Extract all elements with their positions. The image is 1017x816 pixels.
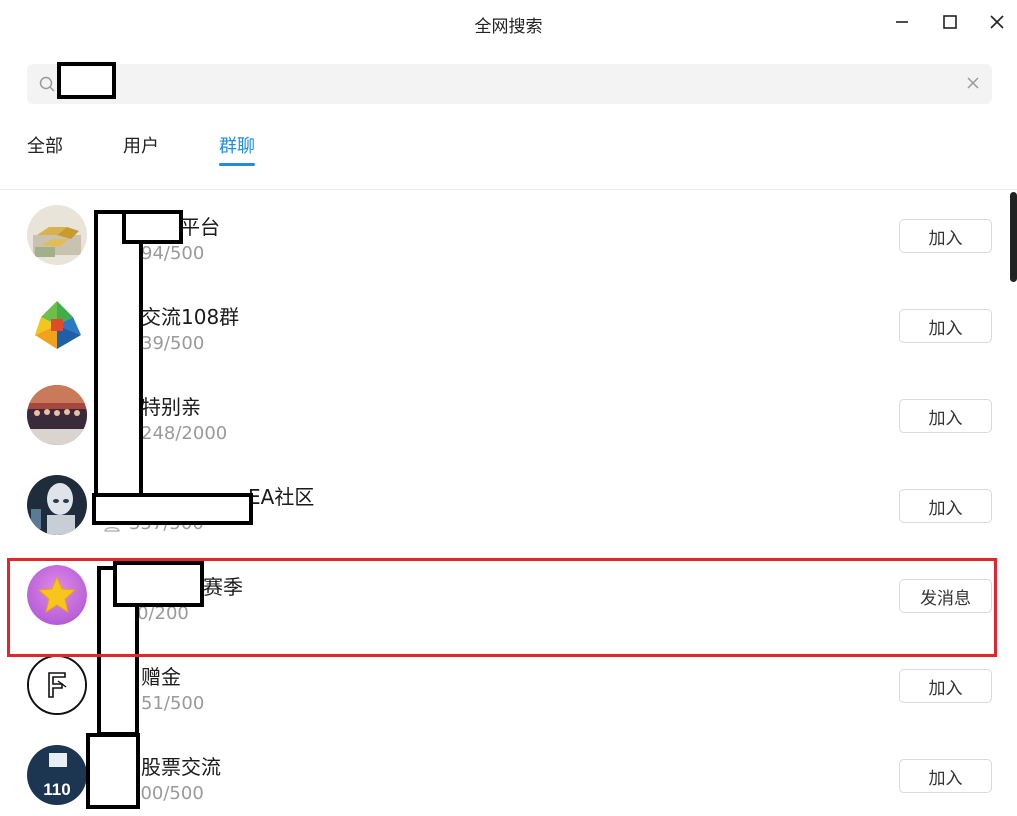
group-name: 交流108群 <box>141 305 240 329</box>
metatrader-icon <box>27 295 87 355</box>
search-bar <box>27 64 992 104</box>
list-item: 赠金 51/500 加入 <box>0 641 1000 731</box>
fx110-logo-text: 110 <box>43 780 70 799</box>
group-name: 平台 <box>180 215 220 239</box>
minimize-button[interactable] <box>888 10 916 34</box>
tab-all[interactable]: 全部 <box>27 132 63 158</box>
close-button[interactable] <box>983 10 1011 34</box>
redaction-box <box>57 62 116 99</box>
f-logo-icon <box>27 655 87 715</box>
window-title: 全网搜索 <box>474 17 543 37</box>
list-item: 特别亲 248/2000 加入 <box>0 371 1000 461</box>
search-icon <box>39 76 55 92</box>
clear-search-icon[interactable] <box>966 76 980 90</box>
redaction-box <box>92 493 253 525</box>
redaction-box <box>86 733 140 809</box>
redaction-box <box>122 210 183 244</box>
search-input[interactable] <box>63 70 947 100</box>
redaction-box <box>94 210 143 497</box>
divider <box>0 189 1017 190</box>
active-tab-indicator <box>219 163 255 166</box>
tab-group-chats[interactable]: 群聊 <box>219 132 255 158</box>
group-name: 特别亲 <box>141 395 201 419</box>
send-message-button[interactable]: 发消息 <box>899 579 992 613</box>
join-button[interactable]: 加入 <box>899 399 992 433</box>
join-button[interactable]: 加入 <box>899 759 992 793</box>
title-bar: 全网搜索 <box>0 0 1017 46</box>
list-item: 110 股票交流 300/500 加入 <box>0 731 1000 816</box>
member-count: 248/2000 <box>141 423 228 444</box>
member-count: 39/500 <box>141 333 205 354</box>
maximize-button[interactable] <box>936 10 964 34</box>
group-name: 赠金 <box>141 665 181 689</box>
maximize-icon <box>943 15 957 29</box>
member-count: 94/500 <box>141 243 205 264</box>
group-name: EA社区 <box>248 485 315 509</box>
minimize-icon <box>896 21 908 23</box>
close-icon <box>990 15 1004 29</box>
join-button[interactable]: 加入 <box>899 219 992 253</box>
member-count: 51/500 <box>141 693 205 714</box>
join-button[interactable]: 加入 <box>899 489 992 523</box>
star-icon <box>27 565 87 625</box>
crowd-photo-icon <box>27 385 87 445</box>
join-button[interactable]: 加入 <box>899 309 992 343</box>
gold-bars-icon <box>27 205 87 265</box>
category-tabs: 全部 用户 群聊 <box>0 130 1017 170</box>
group-name: 股票交流 <box>141 755 221 779</box>
group-name: 赛季 <box>203 575 243 599</box>
robot-icon <box>27 475 87 535</box>
redaction-box <box>113 561 204 607</box>
fx110-logo-icon: 110 <box>27 745 87 805</box>
tab-users[interactable]: 用户 <box>123 132 159 158</box>
join-button[interactable]: 加入 <box>899 669 992 703</box>
scrollbar-thumb[interactable] <box>1010 192 1017 282</box>
list-item: 交流108群 39/500 加入 <box>0 281 1000 371</box>
